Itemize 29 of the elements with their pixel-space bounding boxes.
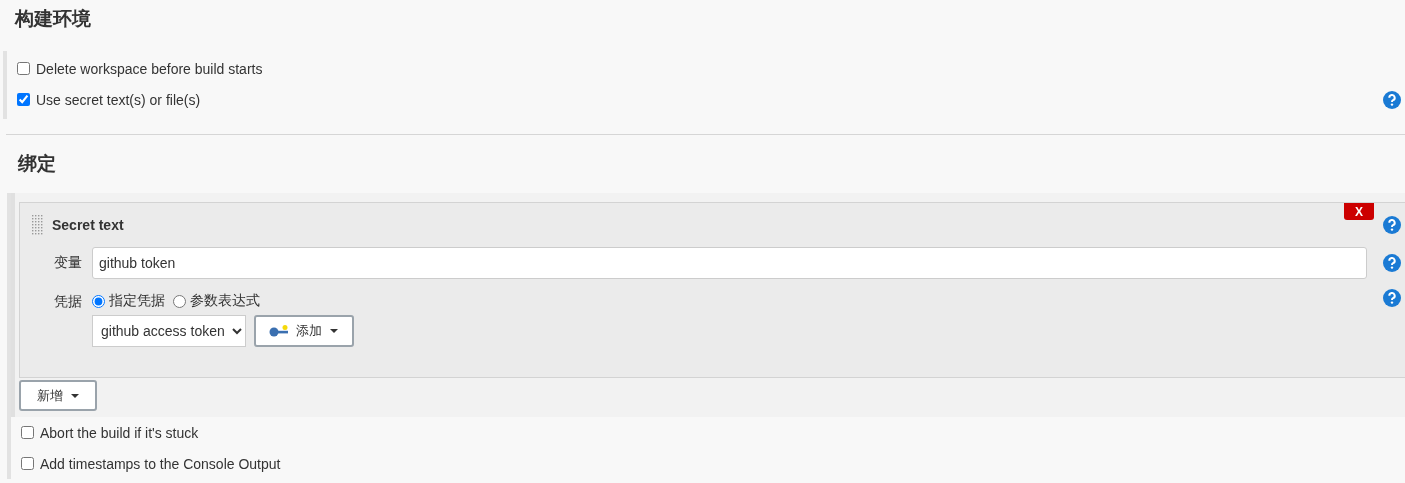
delete-button[interactable]: X (1344, 203, 1374, 220)
add-dropdown-button[interactable]: 添加 (254, 315, 354, 347)
variable-field[interactable]: github token (92, 247, 1367, 279)
caret-icon (71, 393, 79, 398)
help-icon[interactable] (1383, 289, 1401, 307)
checkbox[interactable] (17, 93, 30, 106)
radio-button[interactable] (173, 294, 186, 308)
radio-button[interactable] (92, 294, 105, 308)
credential-select[interactable]: github access token (92, 315, 246, 347)
field-label: 变量 (54, 254, 83, 272)
radio-label: 指定凭据 (109, 292, 165, 310)
field-label: 凭据 (54, 293, 83, 311)
binding-title: Secret text (52, 217, 124, 233)
option-label: Use secret text(s) or file(s) (36, 91, 201, 108)
caret-icon (330, 329, 338, 333)
checkbox[interactable] (17, 62, 30, 75)
section-title: 构建环境 (13, 6, 92, 31)
section-title: 绑定 (17, 151, 57, 176)
radio-label: 参数表达式 (190, 292, 260, 310)
option-label: Delete workspace before build starts (36, 60, 263, 77)
help-icon[interactable] (1383, 254, 1401, 272)
checkbox[interactable] (21, 457, 34, 470)
option-label: Add timestamps to the Console Output (40, 455, 281, 472)
help-icon[interactable] (1383, 216, 1401, 234)
help-icon[interactable] (1383, 90, 1401, 109)
new-dropdown-button[interactable]: 新增 (19, 380, 97, 411)
option-label: Abort the build if it's stuck (40, 424, 199, 441)
checkbox[interactable] (21, 426, 34, 439)
drag-handle-icon[interactable] (32, 215, 44, 235)
